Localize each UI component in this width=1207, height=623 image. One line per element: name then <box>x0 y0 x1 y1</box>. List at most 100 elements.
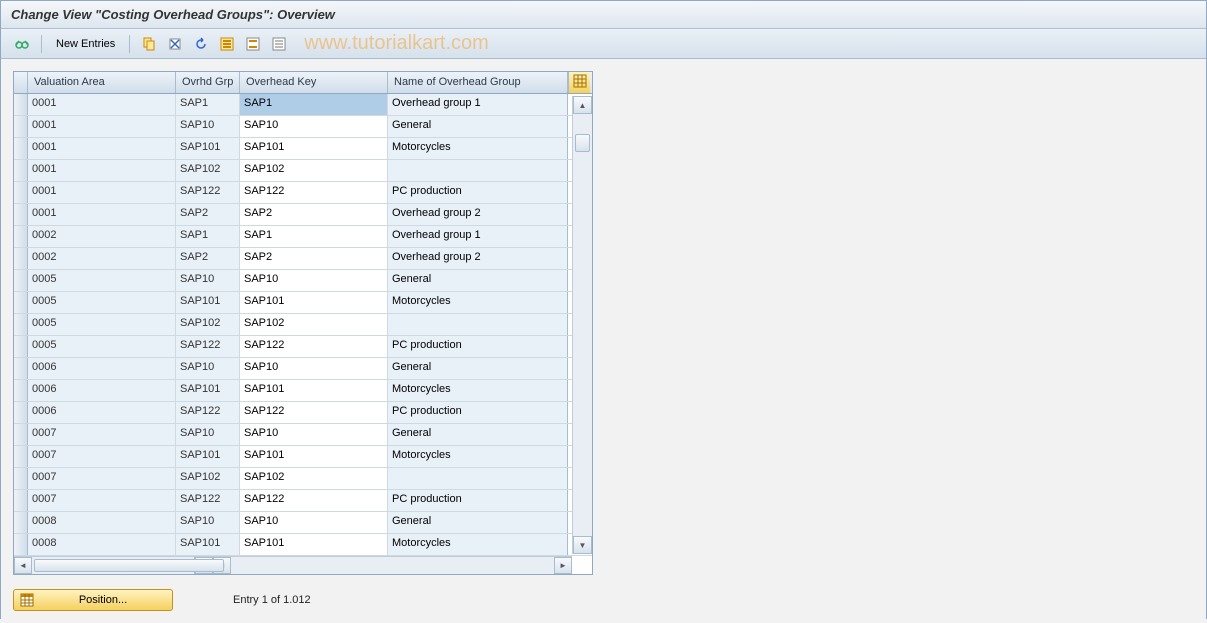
hscroll-track-scroll[interactable] <box>231 557 554 574</box>
cell-valuation-area[interactable]: 0002 <box>28 226 176 247</box>
cell-ovrhd-grp[interactable]: SAP2 <box>176 248 240 269</box>
cell-valuation-area[interactable]: 0005 <box>28 336 176 357</box>
cell-overhead-key[interactable]: SAP10 <box>240 358 388 379</box>
cell-overhead-key[interactable]: SAP10 <box>240 270 388 291</box>
cell-valuation-area[interactable]: 0008 <box>28 512 176 533</box>
cell-name[interactable] <box>388 468 568 489</box>
cell-valuation-area[interactable]: 0001 <box>28 160 176 181</box>
cell-ovrhd-grp[interactable]: SAP1 <box>176 226 240 247</box>
row-selector[interactable] <box>14 226 28 247</box>
delete-button[interactable] <box>164 33 186 55</box>
table-row[interactable]: 0006SAP122SAP122PC production <box>14 402 592 424</box>
table-row[interactable]: 0008SAP10SAP10General <box>14 512 592 534</box>
cell-overhead-key[interactable]: SAP122 <box>240 402 388 423</box>
cell-valuation-area[interactable]: 0001 <box>28 204 176 225</box>
copy-button[interactable] <box>138 33 160 55</box>
deselect-all-button[interactable] <box>268 33 290 55</box>
cell-name[interactable] <box>388 314 568 335</box>
row-selector[interactable] <box>14 534 28 555</box>
cell-ovrhd-grp[interactable]: SAP102 <box>176 468 240 489</box>
row-selector[interactable] <box>14 248 28 269</box>
table-row[interactable]: 0001SAP101SAP101Motorcycles <box>14 138 592 160</box>
scroll-right-button[interactable]: ► <box>554 557 572 574</box>
select-block-button[interactable] <box>242 33 264 55</box>
row-selector[interactable] <box>14 380 28 401</box>
scroll-down-button[interactable]: ▼ <box>573 536 592 554</box>
cell-overhead-key[interactable]: SAP102 <box>240 468 388 489</box>
cell-overhead-key[interactable]: SAP122 <box>240 182 388 203</box>
cell-ovrhd-grp[interactable]: SAP102 <box>176 160 240 181</box>
cell-name[interactable]: Overhead group 1 <box>388 226 568 247</box>
cell-name[interactable]: Overhead group 1 <box>388 94 568 115</box>
row-selector[interactable] <box>14 160 28 181</box>
cell-valuation-area[interactable]: 0001 <box>28 138 176 159</box>
cell-name[interactable]: Overhead group 2 <box>388 204 568 225</box>
cell-valuation-area[interactable]: 0008 <box>28 534 176 555</box>
cell-ovrhd-grp[interactable]: SAP101 <box>176 138 240 159</box>
cell-overhead-key[interactable]: SAP101 <box>240 380 388 401</box>
row-selector[interactable] <box>14 204 28 225</box>
cell-name[interactable]: Motorcycles <box>388 138 568 159</box>
cell-overhead-key[interactable]: SAP102 <box>240 160 388 181</box>
table-row[interactable]: 0007SAP122SAP122PC production <box>14 490 592 512</box>
table-row[interactable]: 0002SAP2SAP2Overhead group 2 <box>14 248 592 270</box>
cell-valuation-area[interactable]: 0001 <box>28 94 176 115</box>
cell-name[interactable]: General <box>388 512 568 533</box>
cell-overhead-key[interactable]: SAP1 <box>240 94 388 115</box>
row-selector[interactable] <box>14 270 28 291</box>
table-row[interactable]: 0001SAP102SAP102 <box>14 160 592 182</box>
table-row[interactable]: 0005SAP101SAP101Motorcycles <box>14 292 592 314</box>
cell-ovrhd-grp[interactable]: SAP101 <box>176 292 240 313</box>
cell-valuation-area[interactable]: 0007 <box>28 468 176 489</box>
table-row[interactable]: 0005SAP122SAP122PC production <box>14 336 592 358</box>
row-selector[interactable] <box>14 182 28 203</box>
cell-overhead-key[interactable]: SAP122 <box>240 336 388 357</box>
cell-ovrhd-grp[interactable]: SAP122 <box>176 336 240 357</box>
cell-ovrhd-grp[interactable]: SAP10 <box>176 270 240 291</box>
table-row[interactable]: 0001SAP122SAP122PC production <box>14 182 592 204</box>
table-row[interactable]: 0005SAP102SAP102 <box>14 314 592 336</box>
cell-overhead-key[interactable]: SAP101 <box>240 138 388 159</box>
row-selector-header[interactable] <box>14 72 28 93</box>
cell-overhead-key[interactable]: SAP10 <box>240 512 388 533</box>
cell-name[interactable]: General <box>388 358 568 379</box>
row-selector[interactable] <box>14 490 28 511</box>
cell-name[interactable]: Motorcycles <box>388 292 568 313</box>
table-row[interactable]: 0008SAP101SAP101Motorcycles <box>14 534 592 556</box>
cell-overhead-key[interactable]: SAP2 <box>240 204 388 225</box>
new-entries-button[interactable]: New Entries <box>50 36 121 52</box>
cell-ovrhd-grp[interactable]: SAP1 <box>176 94 240 115</box>
cell-overhead-key[interactable]: SAP122 <box>240 490 388 511</box>
cell-name[interactable]: General <box>388 116 568 137</box>
cell-overhead-key[interactable]: SAP1 <box>240 226 388 247</box>
table-row[interactable]: 0006SAP101SAP101Motorcycles <box>14 380 592 402</box>
cell-overhead-key[interactable]: SAP101 <box>240 446 388 467</box>
cell-name[interactable]: Overhead group 2 <box>388 248 568 269</box>
cell-ovrhd-grp[interactable]: SAP10 <box>176 424 240 445</box>
table-row[interactable]: 0007SAP102SAP102 <box>14 468 592 490</box>
cell-ovrhd-grp[interactable]: SAP102 <box>176 314 240 335</box>
cell-overhead-key[interactable]: SAP101 <box>240 534 388 555</box>
row-selector[interactable] <box>14 138 28 159</box>
column-header-ovrhd-grp[interactable]: Ovrhd Grp <box>176 72 240 93</box>
cell-ovrhd-grp[interactable]: SAP10 <box>176 116 240 137</box>
table-row[interactable]: 0005SAP10SAP10General <box>14 270 592 292</box>
row-selector[interactable] <box>14 314 28 335</box>
cell-valuation-area[interactable]: 0007 <box>28 490 176 511</box>
select-all-button[interactable] <box>216 33 238 55</box>
cell-name[interactable]: Motorcycles <box>388 446 568 467</box>
cell-valuation-area[interactable]: 0001 <box>28 182 176 203</box>
cell-ovrhd-grp[interactable]: SAP2 <box>176 204 240 225</box>
cell-name[interactable]: General <box>388 424 568 445</box>
cell-ovrhd-grp[interactable]: SAP101 <box>176 534 240 555</box>
cell-ovrhd-grp[interactable]: SAP10 <box>176 358 240 379</box>
scroll-thumb[interactable] <box>575 134 590 152</box>
table-row[interactable]: 0001SAP10SAP10General <box>14 116 592 138</box>
cell-name[interactable]: Motorcycles <box>388 534 568 555</box>
cell-overhead-key[interactable]: SAP10 <box>240 116 388 137</box>
scroll-left-button[interactable]: ◄ <box>14 557 32 574</box>
cell-name[interactable] <box>388 160 568 181</box>
row-selector[interactable] <box>14 358 28 379</box>
row-selector[interactable] <box>14 292 28 313</box>
cell-valuation-area[interactable]: 0005 <box>28 270 176 291</box>
